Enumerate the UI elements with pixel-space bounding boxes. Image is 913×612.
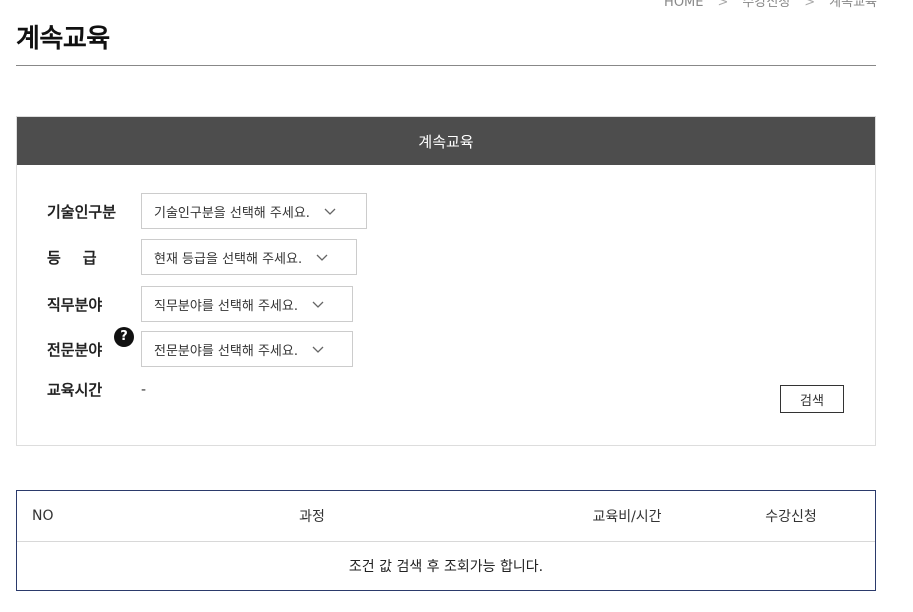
page-title: 계속교육: [16, 24, 110, 54]
specialty-field-label-text: 전문분야: [47, 340, 103, 359]
grade-select[interactable]: 현재 등급을 선택해 주세요.: [141, 239, 357, 275]
search-button[interactable]: 검색: [780, 385, 844, 413]
category-select-value: 기술인구분을 선택해 주세요.: [154, 205, 310, 221]
breadcrumb: HOME > 수강신청 > 계속교육: [664, 0, 877, 10]
title-divider: [16, 65, 876, 66]
grade-label: 등급: [47, 248, 119, 267]
chevron-down-icon: [312, 346, 324, 353]
column-header-apply: 수강신청: [765, 509, 817, 525]
empty-message: 조건 값 검색 후 조회가능 합니다.: [348, 559, 544, 575]
grade-select-value: 현재 등급을 선택해 주세요.: [154, 251, 303, 267]
column-header-no: NO: [32, 508, 54, 524]
table-header-row: NO 과정 교육비/시간 수강신청: [17, 491, 875, 542]
specialty-field-label: 전문분야 ?: [47, 326, 141, 360]
edu-time-label: 교육시간: [47, 381, 103, 399]
chevron-down-icon: [316, 254, 328, 261]
panel-header: 계속교육: [17, 117, 875, 165]
filter-row-edu-time: 교육시간 -: [47, 379, 146, 400]
filter-row-specialty-field: 전문분야 ? 전문분야를 선택해 주세요.: [47, 326, 353, 367]
breadcrumb-separator-icon: >: [717, 0, 729, 10]
chevron-down-icon: [312, 301, 324, 308]
search-panel: 계속교육 기술인구분 기술인구분을 선택해 주세요. 등급 현재 등급을 선택해…: [16, 116, 876, 446]
specialty-field-select-value: 전문분야를 선택해 주세요.: [154, 343, 298, 359]
category-select[interactable]: 기술인구분을 선택해 주세요.: [141, 193, 367, 229]
breadcrumb-home[interactable]: HOME: [664, 0, 703, 10]
edu-time-value: -: [141, 381, 147, 398]
breadcrumb-current: 계속교육: [829, 0, 877, 10]
column-header-course: 과정: [299, 509, 325, 525]
category-label: 기술인구분: [47, 202, 117, 221]
question-circle-icon[interactable]: ?: [114, 326, 134, 347]
job-field-select[interactable]: 직무분야를 선택해 주세요.: [141, 286, 353, 322]
specialty-field-select[interactable]: 전문분야를 선택해 주세요.: [141, 331, 353, 367]
chevron-down-icon: [324, 208, 336, 215]
column-header-fee-time: 교육비/시간: [592, 509, 662, 525]
result-table: NO 과정 교육비/시간 수강신청 조건 값 검색 후 조회가능 합니다.: [16, 490, 876, 591]
breadcrumb-section[interactable]: 수강신청: [742, 0, 790, 10]
filter-row-job-field: 직무분야 직무분야를 선택해 주세요.: [47, 286, 353, 322]
filter-row-grade: 등급 현재 등급을 선택해 주세요.: [47, 239, 357, 275]
job-field-label: 직무분야: [47, 295, 103, 314]
breadcrumb-separator-icon: >: [804, 0, 816, 10]
job-field-select-value: 직무분야를 선택해 주세요.: [154, 298, 298, 314]
filter-row-category: 기술인구분 기술인구분을 선택해 주세요.: [47, 193, 367, 229]
